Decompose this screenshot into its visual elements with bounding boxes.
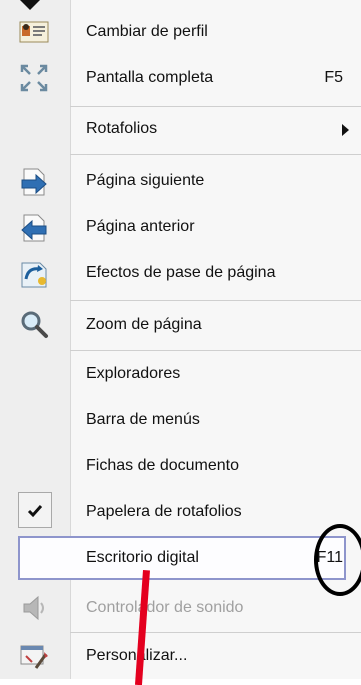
menu-item-pagina-siguiente[interactable]: Página siguiente [0,160,361,202]
menu-item-label: Cambiar de perfil [86,23,208,40]
menu-item-label: Fichas de documento [86,457,239,474]
menu-item-shortcut: F5 [324,69,343,86]
menu-item-label: Controlador de sonido [86,599,244,616]
menu-item-barra-menus[interactable]: Barra de menús [0,400,361,440]
menu-separator [70,154,361,155]
previous-page-icon [21,214,47,242]
menu-item-label: Página siguiente [86,172,205,189]
menu-item-cambiar-perfil[interactable]: Cambiar de perfil [0,12,361,52]
menu-separator [70,632,361,633]
annotation-circle [314,524,361,596]
menu-item-label: Exploradores [86,365,181,382]
profile-card-icon [19,21,49,43]
customize-icon [20,645,48,669]
page-effects-icon [21,262,47,288]
cursor-arrow-icon [20,0,40,10]
menu-item-label: Papelera de rotafolios [86,503,242,520]
menu-item-papelera-rotafolios[interactable]: Papelera de rotafolios [0,492,361,532]
menu-item-exploradores[interactable]: Exploradores [0,354,361,394]
menu-item-label: Pantalla completa [86,69,214,86]
menu-item-label: Rotafolios [86,120,158,137]
menu-item-controlador-sonido: Controlador de sonido [0,588,361,628]
context-menu: Cambiar de perfil Pantalla completa F5 R… [0,0,361,679]
menu-item-label: Página anterior [86,218,195,235]
menu-item-label: Zoom de página [86,316,202,333]
submenu-arrow-icon [342,124,349,136]
menu-item-efectos-pase-pagina[interactable]: Efectos de pase de página [0,252,361,294]
menu-item-pantalla-completa[interactable]: Pantalla completa F5 [0,58,361,98]
menu-separator [70,350,361,351]
menu-item-fichas-documento[interactable]: Fichas de documento [0,446,361,486]
magnifier-icon [21,311,48,338]
menu-separator [70,300,361,301]
menu-item-pagina-anterior[interactable]: Página anterior [0,206,361,248]
menu-item-label: Efectos de pase de página [86,264,276,281]
menu-item-label: Escritorio digital [86,549,199,566]
menu-item-escritorio-digital[interactable]: Escritorio digital F11 [0,538,361,578]
menu-item-label: Barra de menús [86,411,200,428]
fullscreen-icon [20,64,48,92]
next-page-icon [21,168,47,196]
menu-item-personalizar[interactable]: Personalizar... [0,636,361,676]
menu-item-zoom-pagina[interactable]: Zoom de página [0,304,361,346]
menu-item-rotafolios[interactable]: Rotafolios [0,110,361,150]
menu-separator [70,106,361,107]
speaker-icon [23,595,44,621]
